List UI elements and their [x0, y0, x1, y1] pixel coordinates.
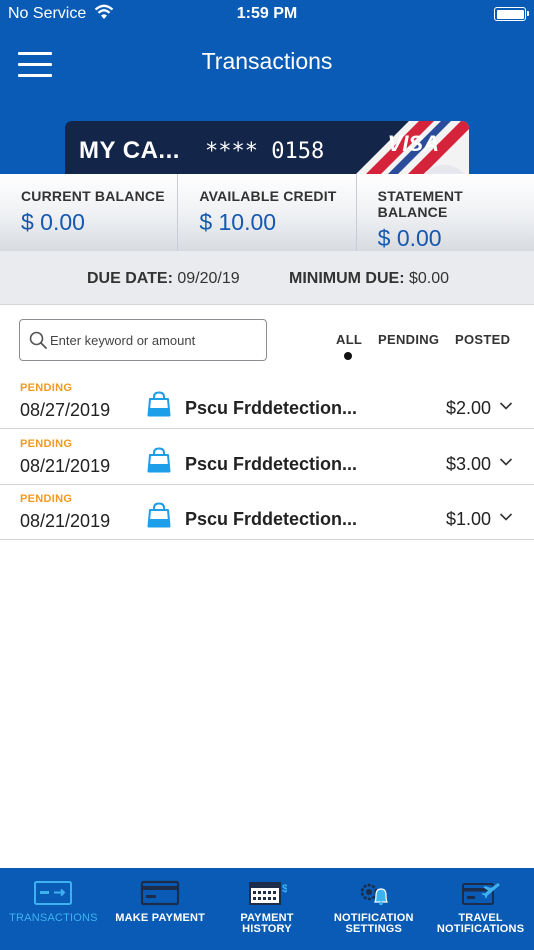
battery-icon	[494, 7, 529, 21]
card-airplane-icon	[461, 883, 500, 905]
tab-label-line2: NOTIFICATIONS	[436, 923, 525, 935]
transaction-amount: $1.00	[445, 509, 491, 529]
calendar-dollar-icon: $	[248, 882, 287, 905]
transaction-date: 08/21/2019	[20, 511, 111, 531]
minimum-due-value: $0.00	[409, 270, 450, 287]
shopping-bag-icon	[147, 391, 171, 417]
selected-filter-indicator	[344, 352, 352, 360]
transaction-status: PENDING	[20, 493, 73, 505]
search-icon	[29, 331, 47, 349]
transaction-merchant: Pscu Frddetection...	[185, 398, 358, 418]
app-header: No Service 1:59 PM Transactions MY CA...…	[0, 0, 534, 181]
credit-card-image[interactable]: MY CA... **** 0158 VISA	[65, 121, 469, 181]
svg-text:$: $	[282, 883, 287, 895]
payment-card-icon	[141, 880, 180, 906]
tab-label: NOTIFICATION SETTINGS	[320, 913, 427, 935]
statement-balance-value: $ 0.00	[377, 225, 442, 251]
available-credit: AVAILABLE CREDIT $ 10.00	[177, 174, 355, 251]
tab-transactions[interactable]: TRANSACTIONS	[0, 868, 107, 950]
status-bar: No Service 1:59 PM	[0, 0, 534, 28]
due-info-bar: DUE DATE: 09/20/19 MINIMUM DUE: $0.00	[0, 251, 534, 305]
card-number: **** 0158	[205, 139, 325, 164]
due-date-label: DUE DATE:	[87, 270, 173, 287]
minimum-due-label: MINIMUM DUE:	[289, 270, 405, 287]
transaction-row[interactable]: PENDING 08/27/2019 Pscu Frddetection... …	[0, 374, 534, 429]
bottom-tab-bar: TRANSACTIONS MAKE PAYMENT $ PAYMENT HIST…	[0, 868, 534, 950]
tab-label: MAKE PAYMENT	[115, 912, 206, 924]
gear-bell-icon	[360, 883, 388, 906]
tab-payment-history[interactable]: $ PAYMENT HISTORY	[214, 868, 321, 950]
tab-label: TRANSACTIONS	[9, 912, 98, 924]
shopping-bag-icon	[147, 447, 171, 473]
filter-tab-pending[interactable]: PENDING	[378, 332, 439, 347]
tab-label: TRAVEL NOTIFICATIONS	[427, 913, 534, 935]
filter-tab-posted[interactable]: POSTED	[455, 332, 510, 347]
due-date-value: 09/20/19	[177, 270, 240, 287]
chevron-down-icon[interactable]	[499, 401, 513, 411]
available-credit-label: AVAILABLE CREDIT	[199, 188, 337, 204]
tab-label-line2: SETTINGS	[345, 923, 403, 935]
card-name: MY CA...	[79, 137, 180, 164]
minimum-due: MINIMUM DUE: $0.00	[289, 270, 449, 288]
transaction-amount: $3.00	[445, 454, 491, 474]
transaction-status: PENDING	[20, 382, 73, 394]
transaction-amount: $2.00	[445, 398, 491, 418]
transaction-date: 08/27/2019	[20, 400, 111, 420]
tab-make-payment[interactable]: MAKE PAYMENT	[107, 868, 214, 950]
search-box[interactable]	[19, 319, 267, 361]
transaction-status: PENDING	[20, 438, 73, 450]
statement-balance-label: STATEMENT BALANCE	[377, 188, 463, 220]
balance-summary: CURRENT BALANCE $ 0.00 AVAILABLE CREDIT …	[0, 174, 534, 251]
chevron-down-icon[interactable]	[499, 512, 513, 522]
statement-balance: STATEMENT BALANCE $ 0.00	[355, 174, 534, 251]
tab-travel-notifications[interactable]: TRAVEL NOTIFICATIONS	[427, 868, 534, 950]
shopping-bag-icon	[147, 502, 171, 528]
filter-tab-all[interactable]: ALL	[336, 332, 362, 347]
due-date: DUE DATE: 09/20/19	[87, 270, 240, 288]
transaction-row[interactable]: PENDING 08/21/2019 Pscu Frddetection... …	[0, 430, 534, 485]
current-balance-label: CURRENT BALANCE	[21, 188, 165, 204]
visa-logo: VISA	[387, 131, 439, 156]
transaction-merchant: Pscu Frddetection...	[185, 509, 358, 529]
available-credit-value: $ 10.00	[199, 209, 277, 235]
transaction-row[interactable]: PENDING 08/21/2019 Pscu Frddetection... …	[0, 485, 534, 540]
tab-label: PAYMENT HISTORY	[214, 913, 321, 935]
transaction-merchant: Pscu Frddetection...	[185, 454, 358, 474]
tab-label-line2: HISTORY	[242, 923, 292, 935]
search-input[interactable]	[50, 326, 260, 354]
tab-notification-settings[interactable]: NOTIFICATION SETTINGS	[320, 868, 427, 950]
current-balance: CURRENT BALANCE $ 0.00	[0, 174, 177, 251]
current-balance-value: $ 0.00	[21, 209, 85, 235]
page-title: Transactions	[201, 48, 333, 74]
clock: 1:59 PM	[236, 5, 298, 22]
transaction-date: 08/21/2019	[20, 456, 111, 476]
chevron-down-icon[interactable]	[499, 457, 513, 467]
transactions-card-icon	[34, 881, 73, 905]
